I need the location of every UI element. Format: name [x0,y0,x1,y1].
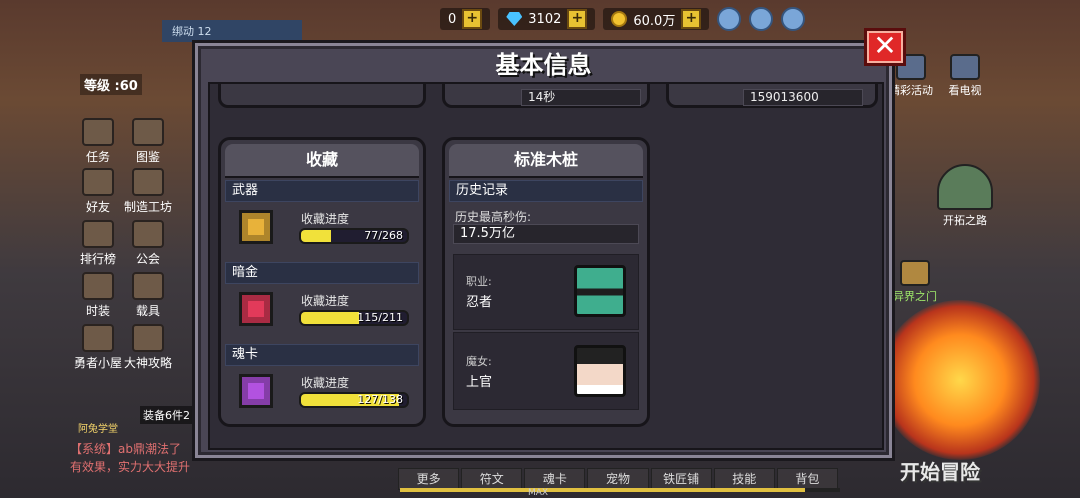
guild-icon [132,220,164,248]
ninja-avatar[interactable] [574,265,626,317]
dialog-title: 基本信息 [495,51,592,79]
soul-card-book-icon [239,374,273,408]
dark-gold-book-icon [239,292,273,326]
close-button[interactable]: ✕ [864,28,906,66]
add-gems-button[interactable]: + [567,9,588,29]
gem-value: 3102 [528,11,562,27]
workshop-icon [132,168,164,196]
tab-backpack[interactable]: 背包 [776,468,838,490]
guide-button[interactable]: 大神攻略 [118,324,178,371]
collection-title: 收藏 [225,144,419,178]
soul-card-progress-bar: 127/138 [299,392,409,408]
chat-line-2: 有效果，实力大大提升 [70,460,191,474]
tab-more[interactable]: 更多 [398,468,460,490]
section-soul-card: 魂卡 [225,344,419,366]
witch-row: 魔女: 上官 [453,332,639,410]
exp-bar [400,488,840,492]
soul-card-progress-text: 127/138 [357,393,403,406]
tv-icon [950,54,980,80]
coin-icon [611,11,628,27]
tab-skill[interactable]: 技能 [713,468,775,490]
dark-gold-progress-label: 收藏进度 [301,294,350,308]
resource-bar: 0 + 3102 + 60.0万 + [440,6,1080,32]
best-dps-label: 历史最高秒伤: [455,210,532,224]
resource-gems: 3102 + [498,8,596,30]
dummy-title: 标准木桩 [449,144,643,178]
house-icon [82,324,114,352]
left-header: 绑动 12 [162,20,302,42]
vehicle-icon [132,272,164,300]
stub-right-value: 159013600 [743,89,863,106]
chat-box[interactable]: 【系统】ab鼎潮法了 有效果，实力大大提升 [70,440,210,476]
tab-soulcard[interactable]: 魂卡 [524,468,586,490]
weapon-progress-fill [301,230,332,242]
add-gold-button[interactable]: + [681,9,702,29]
history-header: 历史记录 [449,180,643,202]
codex-icon [132,118,164,146]
gate-icon [900,260,930,286]
trophy-icon [82,220,114,248]
fashion-icon [82,272,114,300]
codex-button[interactable]: 图鉴 [118,118,178,165]
energy-value: 0 [448,11,457,27]
dark-gold-progress-bar: 115/211 [299,310,409,326]
guild-button[interactable]: 公会 [118,220,178,267]
stub-card-mid: 14秒 [442,84,650,108]
guide-icon [132,324,164,352]
gold-value: 60.0万 [633,13,676,29]
friends-icon [82,168,114,196]
section-dark-gold: 暗金 [225,262,419,284]
sound-icon[interactable] [749,7,774,31]
exp-max-label: MAX [528,488,549,498]
castle-icon [937,164,993,210]
start-adventure-button[interactable]: 开始冒险 [900,456,980,485]
tab-rune[interactable]: 符文 [461,468,523,490]
section-weapon: 武器 [225,180,419,202]
stub-card-right: 159013600 [666,84,878,108]
left-hud: 绑动 12 等级 :60 任务 图鉴 好友 制造工坊 排行榜 公会 时装 载具 … [0,0,302,498]
job-value: 忍者 [466,295,493,310]
player-level: 等级 :60 [80,74,142,95]
training-dummy-card: 标准木桩 历史记录 历史最高秒伤: 17.5万亿 职业: 忍者 魔女: 上官 [442,137,650,427]
stub-mid-value: 14秒 [521,89,641,106]
witch-avatar[interactable] [574,345,626,397]
vehicle-button[interactable]: 载具 [118,272,178,319]
workshop-button[interactable]: 制造工坊 [118,168,178,215]
weapon-progress-bar: 77/268 [299,228,409,244]
best-dps-value: 17.5万亿 [453,224,639,244]
weapon-progress-text: 77/268 [364,229,403,242]
mail-icon[interactable] [717,7,742,31]
gem-icon [506,12,523,26]
dialog-content[interactable]: 14秒 159013600 收藏 武器 收藏进度 77/268 暗金 收藏进度 … [208,82,884,450]
settings-icon[interactable] [781,7,806,31]
close-icon: ✕ [873,29,897,62]
collection-card: 收藏 武器 收藏进度 77/268 暗金 收藏进度 115/211 魂卡 收藏进… [218,137,426,427]
weapon-progress-label: 收藏进度 [301,212,350,226]
job-row: 职业: 忍者 [453,254,639,330]
witch-value: 上官 [466,375,493,390]
right-hud: 精彩活动 看电视 开拓之路 异界之门 [885,54,1080,480]
tab-blacksmith[interactable]: 铁匠铺 [650,468,712,490]
dark-gold-progress-text: 115/211 [357,311,403,324]
student-label[interactable]: 阿兔学堂 [78,420,118,435]
equip-notice[interactable]: 装备6件2 [140,406,193,424]
tab-pet[interactable]: 宠物 [587,468,649,490]
resource-gold: 60.0万 + [603,8,710,30]
quest-icon [82,118,114,146]
bottom-tab-bar: 更多 符文 魂卡 宠物 铁匠铺 技能 背包 [398,468,838,490]
tv-button[interactable]: 看电视 [935,54,995,98]
add-energy-button[interactable]: + [462,9,483,29]
weapon-book-icon [239,210,273,244]
soul-card-progress-label: 收藏进度 [301,376,350,390]
stub-card-left [218,84,426,108]
resource-energy: 0 + [440,8,491,30]
pioneer-road-button[interactable]: 开拓之路 [931,164,999,228]
chat-line-1: 【系统】ab鼎潮法了 [70,442,181,456]
dark-gold-progress-fill [301,312,359,324]
witch-label: 魔女: [466,355,492,368]
job-label: 职业: [466,275,492,288]
